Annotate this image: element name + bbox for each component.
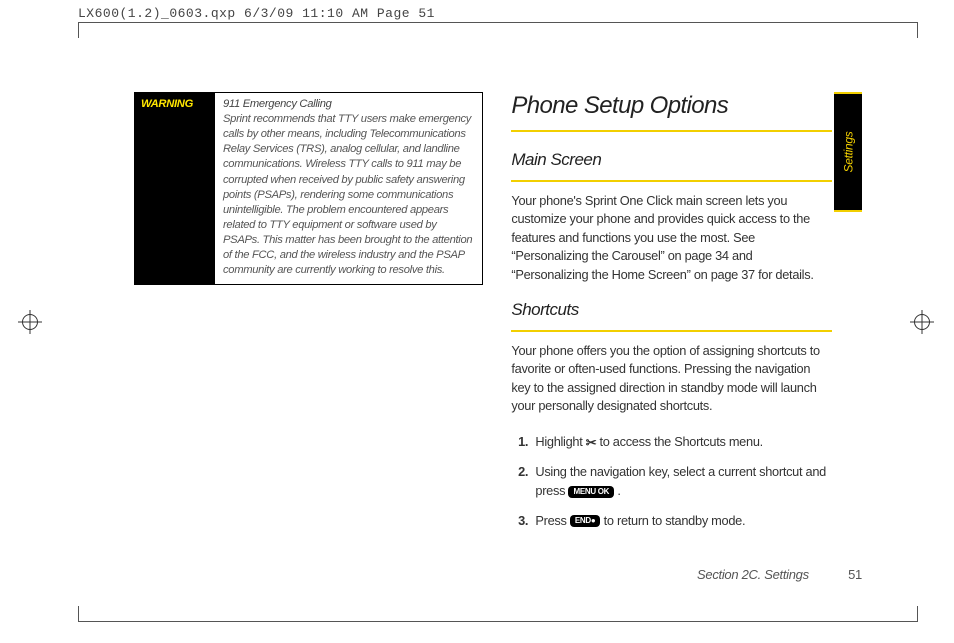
ok-key-icon: MENU OK bbox=[568, 486, 614, 498]
step-2: Using the navigation key, select a curre… bbox=[531, 462, 832, 500]
warning-box: WARNING 911 Emergency Calling Sprint rec… bbox=[134, 92, 483, 285]
subheading-main-screen: Main Screen bbox=[511, 150, 832, 172]
sub-rule bbox=[511, 330, 832, 332]
page-content: Settings WARNING 911 Emergency Calling S… bbox=[78, 22, 918, 622]
warning-text: Sprint recommends that TTY users make em… bbox=[223, 113, 472, 276]
right-column: Phone Setup Options Main Screen Your pho… bbox=[511, 92, 862, 540]
tool-icon: ✂ bbox=[586, 433, 596, 452]
section-title: Phone Setup Options bbox=[511, 92, 832, 124]
sub-rule bbox=[511, 180, 832, 182]
print-job-header: LX600(1.2)_0603.qxp 6/3/09 11:10 AM Page… bbox=[78, 6, 435, 21]
end-key-icon: END● bbox=[570, 515, 601, 527]
left-column: WARNING 911 Emergency Calling Sprint rec… bbox=[134, 92, 483, 540]
warning-body: 911 Emergency Calling Sprint recommends … bbox=[215, 93, 482, 284]
side-tab-settings: Settings bbox=[834, 92, 862, 212]
warning-lead: 911 Emergency Calling bbox=[223, 98, 332, 110]
title-rule bbox=[511, 130, 832, 132]
page-footer: Section 2C. Settings 51 bbox=[697, 567, 862, 582]
step-2-text-b: . bbox=[617, 483, 620, 498]
step-1-text-a: Highlight bbox=[535, 434, 585, 449]
warning-label: WARNING bbox=[135, 93, 215, 284]
step-3-text-b: to return to standby mode. bbox=[604, 513, 746, 528]
step-1-text-b: to access the Shortcuts menu. bbox=[599, 434, 762, 449]
shortcuts-steps: Highlight ✂ to access the Shortcuts menu… bbox=[511, 432, 832, 530]
side-tab-label: Settings bbox=[841, 132, 855, 173]
step-1: Highlight ✂ to access the Shortcuts menu… bbox=[531, 432, 832, 452]
step-3-text-a: Press bbox=[535, 513, 569, 528]
step-3: Press END● to return to standby mode. bbox=[531, 511, 832, 530]
footer-section: Section 2C. Settings bbox=[697, 567, 809, 582]
footer-page-number: 51 bbox=[848, 567, 862, 582]
subheading-shortcuts: Shortcuts bbox=[511, 300, 832, 322]
shortcuts-body: Your phone offers you the option of assi… bbox=[511, 342, 832, 416]
registration-mark-left bbox=[18, 310, 42, 334]
main-screen-body: Your phone's Sprint One Click main scree… bbox=[511, 192, 832, 285]
